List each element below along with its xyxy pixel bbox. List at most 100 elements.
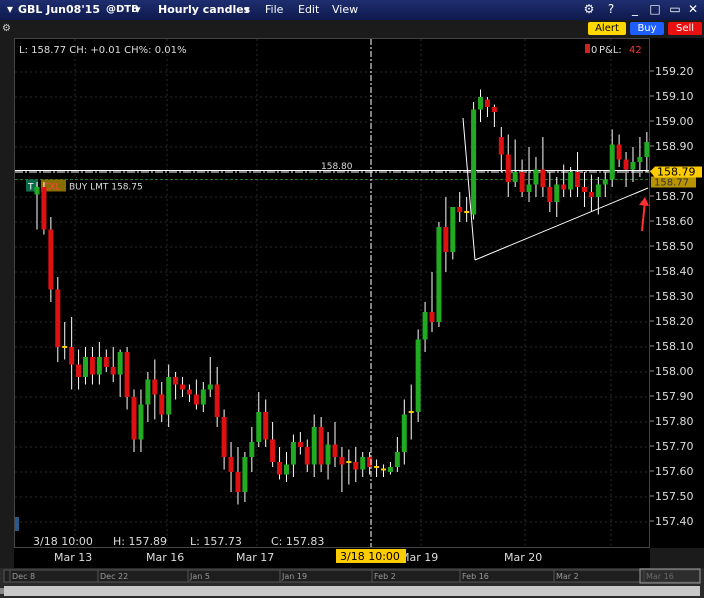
candle-body (207, 384, 213, 390)
candle-body (436, 227, 442, 322)
candle (339, 447, 345, 492)
trendline-lower[interactable] (474, 187, 649, 261)
candle-body (69, 347, 75, 365)
candle-body (235, 472, 241, 492)
candle-body (561, 184, 567, 190)
symbol-label[interactable]: GBL Jun08'15 (18, 3, 100, 16)
link-icon[interactable]: ⚙ (582, 2, 596, 16)
dropdown-caret-icon[interactable]: ▾ (3, 2, 17, 16)
candle-body (228, 457, 234, 472)
candle-body (166, 377, 172, 415)
exchange-label[interactable]: @DTB (106, 4, 139, 15)
candle-body (304, 447, 310, 465)
candle-body-doji (464, 211, 470, 213)
time-tick-label: Mar 13 (54, 551, 92, 564)
menu-file[interactable]: File (265, 3, 283, 16)
candle (180, 377, 186, 397)
transmit-label: T (27, 183, 34, 193)
scroll-left-icon[interactable] (0, 588, 4, 594)
price-tick-label: 159.00 (655, 115, 694, 128)
candle (526, 147, 532, 202)
price-tick-label: 157.60 (655, 465, 694, 478)
candle-body (159, 394, 165, 415)
candle-body-doji (381, 468, 386, 471)
candle (609, 129, 615, 187)
price-tick-label: 158.20 (655, 315, 694, 328)
candle-body (339, 457, 345, 465)
time-axis[interactable]: Mar 13 Mar 16 Mar 17 Mar 19 Mar 20 3/18 10:00 (14, 548, 650, 568)
navigator-label: Feb 16 (462, 572, 489, 581)
menu-view[interactable]: View (332, 3, 358, 16)
horizontal-scrollbar[interactable] (4, 586, 700, 596)
navigator-window[interactable] (639, 568, 701, 584)
candle-body (297, 442, 303, 447)
candle (152, 359, 158, 420)
timeframe-caret-icon[interactable]: ▾ (244, 3, 250, 16)
candle-body (110, 367, 116, 375)
candle-body (256, 412, 262, 442)
chart-toolbar: ⚙ Alert Buy Sell (0, 20, 704, 38)
close-position-icon[interactable] (585, 44, 590, 53)
candle-body (387, 467, 393, 472)
candle-body (498, 137, 504, 155)
candle (207, 357, 213, 397)
navigator-bar[interactable]: Dec 8Dec 22Jan 5Jan 19Feb 2Feb 16Mar 2Ma… (0, 568, 704, 598)
price-tick-label: 158.40 (655, 265, 694, 278)
candle (263, 399, 269, 447)
alert-button[interactable]: Alert (588, 22, 626, 35)
candle-body (616, 144, 622, 160)
candle (644, 132, 649, 172)
candle (575, 152, 581, 197)
candle-body (533, 169, 539, 185)
navigator-svg: Dec 8Dec 22Jan 5Jan 19Feb 2Feb 16Mar 2Ma… (0, 568, 701, 596)
position-value: 0 (591, 45, 597, 56)
candle (381, 464, 386, 477)
candle-body (138, 404, 144, 440)
candle-body (471, 109, 477, 215)
timeframe-selector[interactable]: Hourly candles (158, 3, 250, 16)
candle-body-doji (408, 411, 414, 413)
exchange-caret-icon[interactable]: ▾ (135, 3, 141, 16)
price-axis-svg: 159.20159.10159.00158.90158.80158.70158.… (650, 65, 702, 528)
candle (616, 134, 622, 167)
price-axis[interactable]: 159.20159.10159.00158.90158.80158.70158.… (650, 38, 704, 548)
candle-body (568, 172, 574, 190)
candle-body (48, 229, 54, 290)
cursor-time-tag-label: 3/18 10:00 (340, 550, 400, 563)
help-icon[interactable]: ? (604, 2, 618, 16)
menu-edit[interactable]: Edit (298, 3, 319, 16)
candle (270, 422, 276, 467)
maximize-icon[interactable]: ▭ (668, 2, 682, 16)
candle-body (637, 157, 643, 162)
candle (131, 389, 137, 452)
candlestick-chart[interactable]: L: 158.77 CH: +0.01 CH%: 0.01% 0 P&L: 42158… (15, 39, 649, 547)
candle (491, 104, 497, 127)
candle (283, 452, 289, 482)
candle (540, 137, 546, 197)
candle-body (588, 192, 594, 197)
restore-icon[interactable]: □ (648, 2, 662, 16)
sell-button[interactable]: Sell (668, 22, 702, 35)
candle (124, 347, 130, 410)
candle (186, 384, 192, 402)
candle-body (602, 179, 608, 185)
candle-body (554, 184, 560, 202)
candle (464, 197, 470, 222)
scroll-handle-icon[interactable] (15, 517, 19, 531)
minimize-icon[interactable]: _ (628, 2, 642, 16)
plot-area[interactable]: L: 158.77 CH: +0.01 CH%: 0.01% 0 P&L: 42 158… (14, 38, 650, 548)
candle-body (526, 184, 532, 192)
buy-button[interactable]: Buy (630, 22, 664, 35)
last-price-tag-label: 158.79 (657, 166, 696, 179)
price-tick-label: 159.20 (655, 65, 694, 78)
candle-body-doji (374, 466, 380, 468)
candle (387, 462, 393, 475)
candle-body (96, 357, 102, 375)
cursor-close: C: 157.83 (271, 535, 324, 547)
close-icon[interactable]: ✕ (686, 2, 700, 16)
candle (83, 347, 89, 385)
candle-body (214, 384, 220, 417)
settings-icon[interactable]: ⚙ (2, 23, 14, 35)
price-tick-label: 158.60 (655, 215, 694, 228)
candle (173, 372, 179, 400)
